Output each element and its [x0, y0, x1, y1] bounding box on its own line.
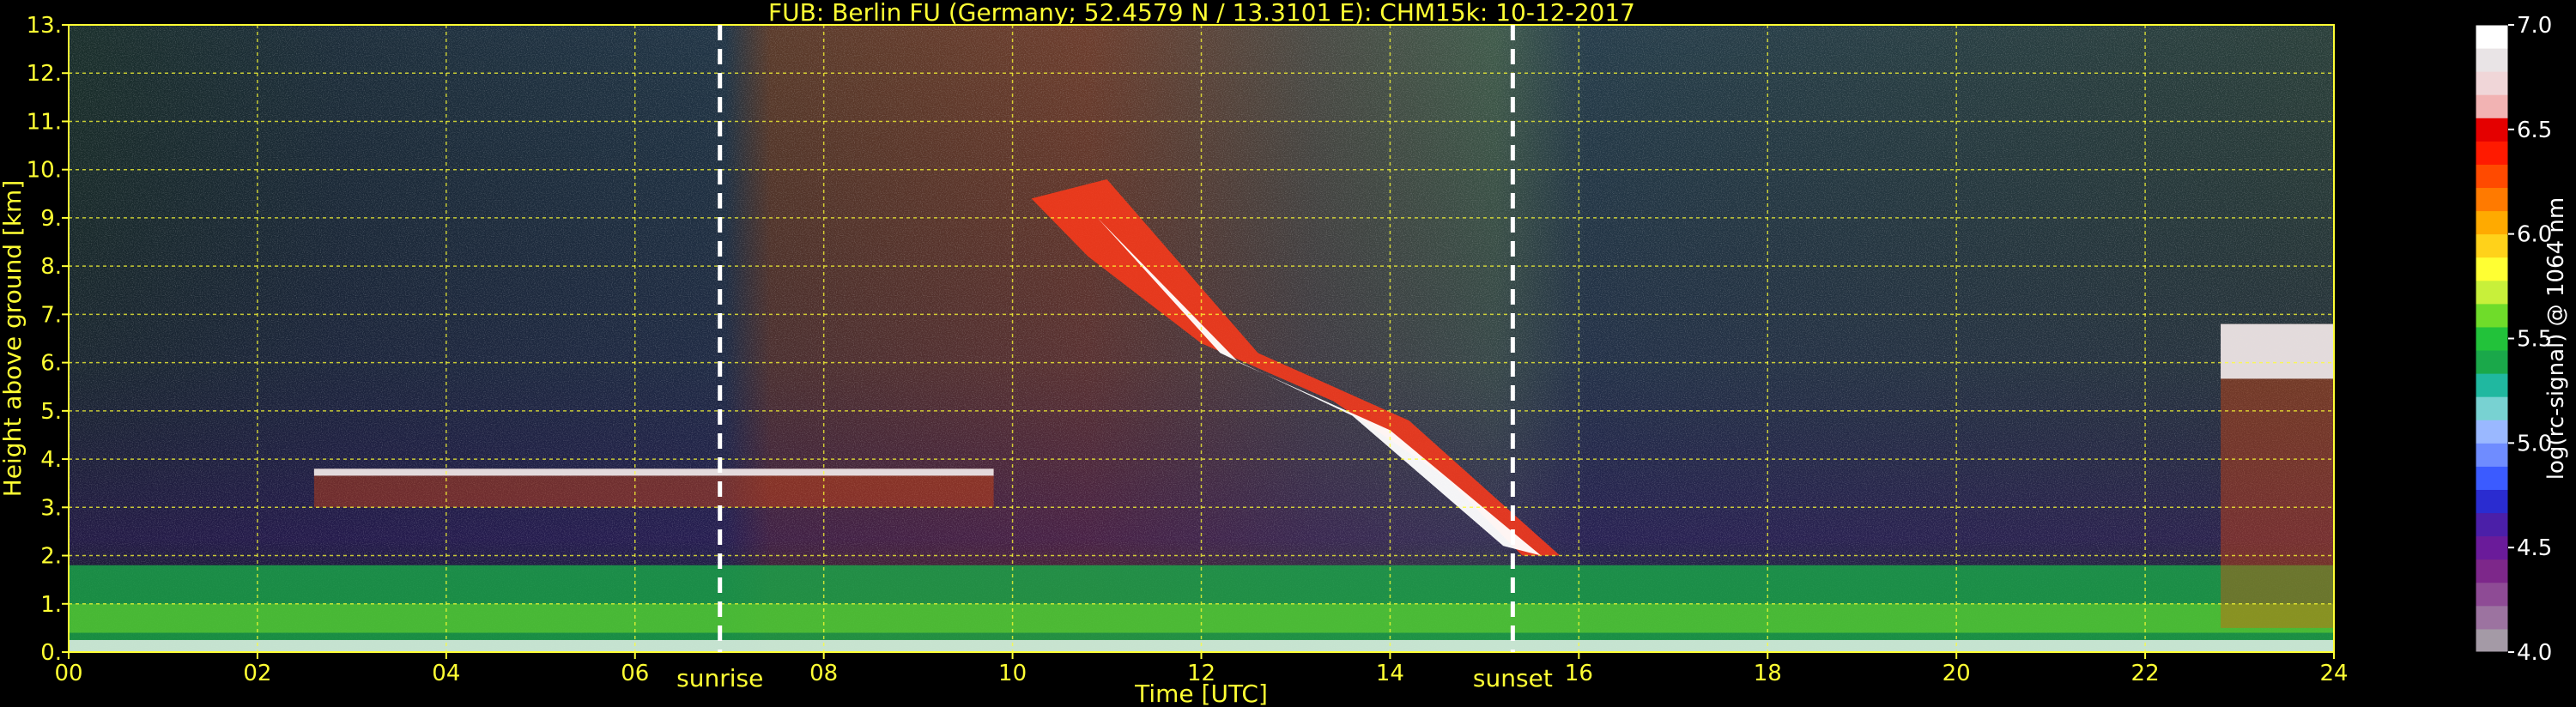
y-tick-label-3: 3. — [40, 495, 62, 521]
x-tick-label-2: 04 — [432, 661, 460, 686]
colorbar-segment-24 — [2476, 71, 2508, 95]
y-tick-label-10: 10. — [27, 158, 62, 184]
colorbar-segment-19 — [2476, 187, 2508, 212]
x-tick-label-3: 06 — [621, 661, 649, 686]
y-tick-label-6: 6. — [40, 351, 62, 377]
colorbar-segment-22 — [2476, 118, 2508, 142]
colorbar-segment-16 — [2476, 257, 2508, 281]
event-label-sunset: sunset — [1473, 664, 1553, 692]
ceilometer-chart: sunrise sunset 00 02 04 06 08 10 12 14 16 18 20 22 24… — [0, 0, 2569, 707]
colorbar-label: log(rc-signal) @ 1064 nm — [2543, 197, 2569, 480]
colorbar-segment-3 — [2476, 559, 2508, 583]
feature-3 — [2221, 323, 2334, 379]
colorbar-segment-26 — [2476, 25, 2508, 49]
colorbar-segment-25 — [2476, 48, 2508, 72]
colorbar-segment-0 — [2476, 628, 2508, 653]
x-tick-label-10: 20 — [1943, 661, 1971, 686]
colorbar-segment-18 — [2476, 210, 2508, 235]
x-tick-label-5: 10 — [998, 661, 1027, 686]
y-tick-label-1: 1. — [40, 592, 62, 618]
colorbar-segment-11 — [2476, 373, 2508, 397]
colorbar-segment-8 — [2476, 443, 2508, 467]
colorbar-segment-15 — [2476, 280, 2508, 305]
colorbar-segment-12 — [2476, 350, 2508, 374]
colorbar-segment-7 — [2476, 466, 2508, 490]
x-tick-label-12: 24 — [2319, 661, 2348, 686]
y-tick-label-7: 7. — [40, 302, 62, 328]
colorbar-tick-label-6: 7.0 — [2517, 13, 2552, 39]
colorbar-segment-2 — [2476, 582, 2508, 607]
colorbar-segment-23 — [2476, 94, 2508, 118]
y-axis-label: Height above ground [km] — [0, 180, 27, 498]
y-tick-label-13: 13. — [27, 13, 62, 39]
x-axis-label: Time [UTC] — [1134, 680, 1268, 707]
y-tick-label-8: 8. — [40, 254, 62, 280]
y-axis: 0. 1. 2. 3. 4. 5. 6. 7. 8. 9. 10. 11. 12. 13. — [27, 13, 69, 666]
colorbar-segment-17 — [2476, 233, 2508, 258]
y-tick-label-5: 5. — [40, 399, 62, 425]
colorbar-segment-14 — [2476, 303, 2508, 328]
y-tick-label-4: 4. — [40, 447, 62, 473]
colorbar-segment-10 — [2476, 396, 2508, 420]
feature-1 — [313, 468, 994, 476]
colorbar-tick-label-0: 4.0 — [2517, 640, 2552, 666]
colorbar-segment-1 — [2476, 605, 2508, 630]
x-tick-label-11: 22 — [2131, 661, 2160, 686]
x-tick-label-1: 02 — [243, 661, 271, 686]
colorbar-tick-label-5: 6.5 — [2517, 118, 2552, 143]
colorbar-segment-6 — [2476, 489, 2508, 514]
event-label-sunrise: sunrise — [676, 664, 763, 692]
colorbar-segment-20 — [2476, 164, 2508, 189]
colorbar-segment-13 — [2476, 326, 2508, 351]
y-tick-label-0: 0. — [40, 640, 62, 666]
colorbar: 4.04.55.05.56.06.57.0 — [2475, 13, 2552, 666]
chart-title: FUB: Berlin FU (Germany; 52.4579 N / 13.… — [768, 0, 1635, 27]
colorbar-tick-label-1: 4.5 — [2517, 535, 2552, 561]
x-tick-label-8: 16 — [1565, 661, 1593, 686]
colorbar-segment-5 — [2476, 512, 2508, 537]
x-tick-label-9: 18 — [1754, 661, 1782, 686]
y-tick-label-12: 12. — [27, 61, 62, 87]
x-tick-label-4: 08 — [809, 661, 838, 686]
x-tick-label-7: 14 — [1376, 661, 1404, 686]
colorbar-segment-9 — [2476, 420, 2508, 444]
colorbar-segment-21 — [2476, 141, 2508, 165]
y-tick-label-9: 9. — [40, 206, 62, 232]
y-tick-label-2: 2. — [40, 544, 62, 570]
colorbar-segment-4 — [2476, 535, 2508, 560]
y-tick-label-11: 11. — [27, 109, 62, 135]
plot-area — [69, 25, 2334, 652]
